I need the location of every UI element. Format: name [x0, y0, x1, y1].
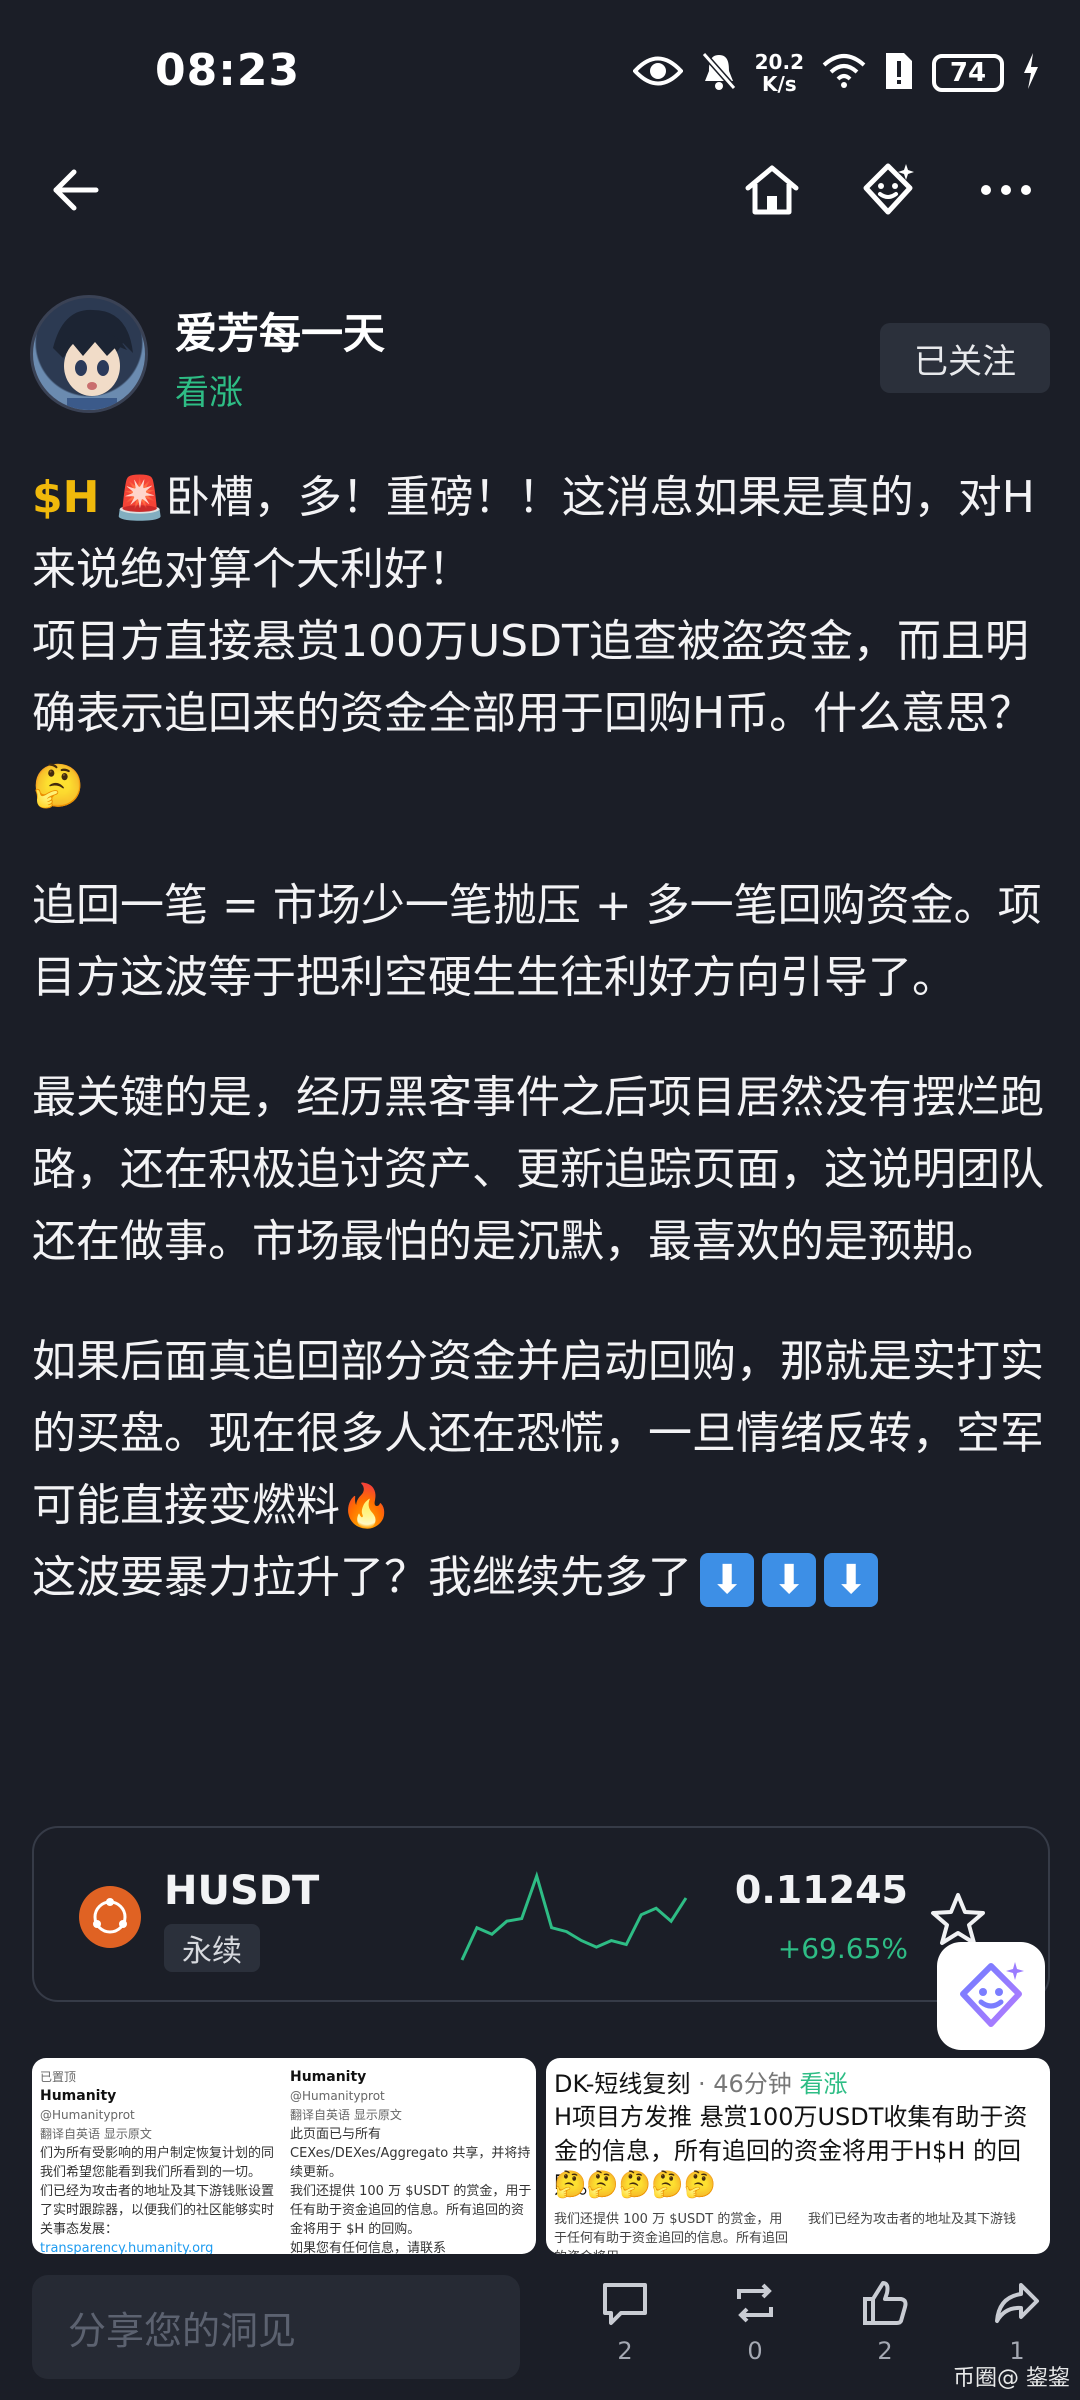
comment-button[interactable]: 2: [580, 2277, 670, 2387]
quoted-tag: 看涨: [799, 2070, 848, 2098]
net-speed: 20.2 K/s: [755, 51, 804, 95]
back-arrow-icon[interactable]: [35, 150, 115, 230]
quoted-time-value: 46分钟: [713, 2070, 792, 2098]
comment-count: 2: [617, 2337, 633, 2365]
translate-note: 翻译自英语 显示原文: [290, 2108, 402, 2122]
price-sparkline: [460, 1871, 688, 1961]
ai-assistant-float-button[interactable]: [937, 1942, 1045, 2050]
sparkline-series: [460, 1871, 688, 1961]
mute-bell-icon: [701, 51, 737, 95]
post-paragraph-2: 追回一笔 = 市场少一笔抛压 + 多一笔回购资金。项目方这波等于把利空硬生生往利…: [32, 880, 1042, 1003]
wifi-icon: [822, 53, 866, 93]
post-body: $H 🚨卧槽，多！重磅！！这消息如果是真的，对H来说绝对算个大利好！ 项目方直接…: [32, 462, 1052, 1662]
thinking-emoji: 🤔: [32, 761, 85, 810]
sim-alert-icon: [884, 51, 914, 95]
post-text-4a: 如果后面真追回部分资金并启动回购，那就是实打实的买盘。现在很多人还在恐慌，一旦情…: [32, 1336, 1044, 1531]
status-time: 08:23: [155, 45, 301, 96]
follow-button[interactable]: 已关注: [880, 323, 1050, 393]
tweet-link: transparency.humanity.org: [40, 2241, 214, 2254]
tweet-text: 们为所有受影响的用户制定恢复计划的同我们希望您能看到我们所看到的一切。: [40, 2146, 275, 2180]
siren-emoji: 🚨: [113, 473, 166, 522]
post-text-1b: 项目方直接悬赏100万USDT追查被盗资金，而且明确表示追回来的资金全部用于回购…: [32, 616, 1034, 739]
battery-icon: 74: [932, 54, 1004, 92]
like-count: 2: [877, 2337, 893, 2365]
quoted-time: · 46分钟: [698, 2070, 792, 2098]
down-arrow-icon: ⬇: [824, 1553, 878, 1607]
ticker-link[interactable]: $H: [32, 472, 99, 523]
status-bar: 08:23 20.2 K/s 74: [0, 0, 1080, 140]
tweet-handle: @Humanityprot: [40, 2108, 135, 2122]
pinned-label: 已置顶: [40, 2070, 77, 2084]
down-arrow-icon: ⬇: [700, 1553, 754, 1607]
tweet-author: Humanity: [40, 2088, 117, 2104]
post-paragraph-3: 最关键的是，经历黑客事件之后项目居然没有摆烂跑路，还在积极追讨资产、更新追踪页面…: [32, 1072, 1044, 1267]
repost-button[interactable]: 0: [710, 2277, 800, 2387]
down-arrow-icon: ⬇: [762, 1553, 816, 1607]
quoted-sub-text-2: 我们已经为攻击者的地址及其下游钱: [808, 2212, 1017, 2227]
translate-note: 翻译自英语 显示原文: [40, 2127, 152, 2141]
tweet-text-2: 们已经为攻击者的地址及其下游钱账设置了实时跟踪器，以便我们的社区能够实时关事态发…: [40, 2184, 275, 2237]
quoted-sub-text-1: 我们还提供 100 万 $USDT 的赏金，用于任何有助于资金追回的信息。所有追…: [554, 2212, 789, 2254]
eye-icon: [631, 54, 684, 92]
watermark: 币圈@ 鋆鋆: [953, 2366, 1070, 2391]
coin-price: 0.11245: [734, 1868, 908, 1912]
post-paragraph-1: $H 🚨卧槽，多！重磅！！这消息如果是真的，对H来说绝对算个大利好！ 项目方直接…: [32, 462, 1052, 822]
tweet-column-2: Humanity @Humanityprot 翻译自英语 显示原文 此页面已与所…: [290, 2068, 535, 2254]
author-header: 爱芳每一天 看涨 已关注: [30, 295, 1050, 425]
ai-assistant-icon[interactable]: [848, 150, 928, 230]
post-text-1a: 卧槽，多！重磅！！这消息如果是真的，对H来说绝对算个大利好！: [32, 472, 1035, 595]
status-icons: 20.2 K/s 74: [631, 45, 1040, 101]
coin-symbol: HUSDT: [164, 1868, 320, 1914]
like-button[interactable]: 2: [840, 2277, 930, 2387]
repost-count: 0: [747, 2337, 763, 2365]
quoted-post-header: DK-短线复刻 · 46分钟 看涨: [554, 2064, 847, 2099]
avatar[interactable]: [30, 295, 148, 413]
tweet-text: 此页面已与所有 CEXes/DEXes/Aggregato 共享，并将持续更新。: [290, 2127, 531, 2180]
repost-icon: [737, 2283, 773, 2323]
thumbs-up-icon: [863, 2281, 908, 2325]
post-text-4b: 这波要暴力拉升了？我继续先多了: [32, 1552, 692, 1603]
post-paragraph-4: 如果后面真追回部分资金并启动回购，那就是实打实的买盘。现在很多人还在恐慌，一旦情…: [32, 1326, 1052, 1614]
coin-logo-icon: [79, 1886, 141, 1948]
comment-input[interactable]: 分享您的洞见: [32, 2275, 520, 2379]
more-icon[interactable]: [966, 150, 1046, 230]
tweet-handle: @Humanityprot: [290, 2089, 385, 2103]
fire-emoji: 🔥: [340, 1481, 393, 1530]
perpetual-badge: 永续: [164, 1924, 260, 1972]
attachment-image-1[interactable]: 已置顶 Humanity @Humanityprot 翻译自英语 显示原文 们为…: [32, 2058, 536, 2254]
share-icon: [995, 2283, 1039, 2323]
quoted-emojis: 🤔🤔🤔🤔🤔: [554, 2170, 716, 2200]
market-card[interactable]: HUSDT 永续 0.11245 +69.65%: [32, 1826, 1050, 2002]
net-speed-unit: K/s: [761, 72, 797, 96]
author-name[interactable]: 爱芳每一天: [175, 300, 385, 361]
comment-icon: [603, 2283, 647, 2325]
tweet-column-1: 已置顶 Humanity @Humanityprot 翻译自英语 显示原文 们为…: [40, 2068, 285, 2254]
tweet-text-2: 我们还提供 100 万 $USDT 的赏金，用于任有助于资金追回的信息。所有追回…: [290, 2184, 532, 2237]
tweet-author: Humanity: [290, 2069, 367, 2085]
tweet-text-3: 如果您有任何信息，请联系: [290, 2241, 447, 2254]
sentiment-tag: 看涨: [175, 373, 243, 413]
net-speed-value: 20.2: [754, 50, 804, 74]
attachment-row: 已置顶 Humanity @Humanityprot 翻译自英语 显示原文 们为…: [32, 2058, 1050, 2254]
attachment-image-2[interactable]: DK-短线复刻 · 46分钟 看涨 H项目方发推 悬赏100万USDT收集有助于…: [546, 2058, 1050, 2254]
quoted-author: DK-短线复刻: [554, 2070, 691, 2098]
price-change: +69.65%: [777, 1932, 908, 1965]
charging-icon: [1022, 53, 1040, 93]
bottom-action-bar: 分享您的洞见 2 0 2 1 币圈@ 鋆鋆: [0, 2265, 1080, 2400]
top-navigation-bar: [0, 150, 1080, 260]
favorite-star-icon[interactable]: [928, 1890, 988, 1950]
home-icon[interactable]: [732, 150, 812, 230]
